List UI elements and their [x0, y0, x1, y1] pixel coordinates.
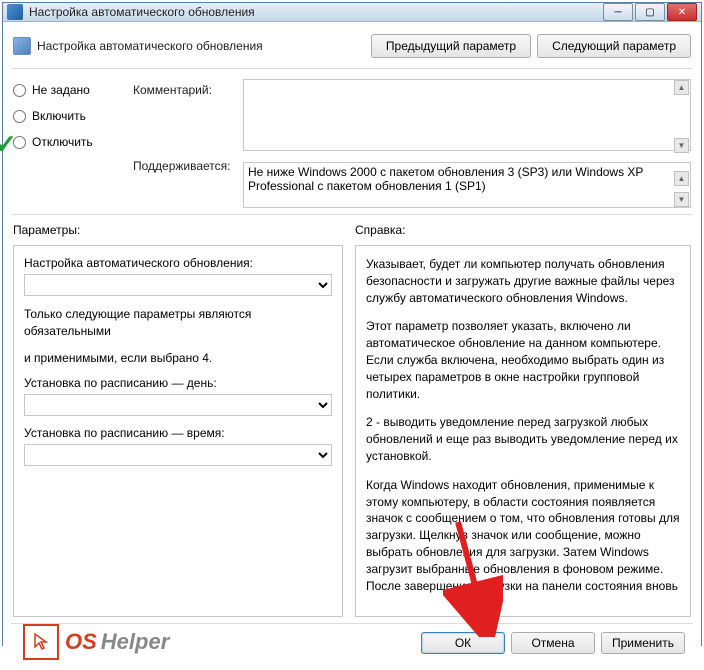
help-paragraph: 2 - выводить уведомление перед загрузкой… [366, 414, 680, 464]
parameters-label: Параметры: [13, 223, 343, 237]
scroll-down-icon[interactable]: ▼ [674, 138, 689, 153]
logo-os: OS [65, 629, 97, 655]
radio-enable-input[interactable] [13, 110, 26, 123]
schedule-time-label: Установка по расписанию — время: [24, 426, 332, 440]
minimize-button[interactable]: ─ [603, 3, 633, 21]
policy-icon [13, 37, 31, 55]
parameters-panel: Настройка автоматического обновления: То… [13, 245, 343, 617]
dialog-window: Настройка автоматического обновления ─ ▢… [2, 2, 702, 646]
close-button[interactable]: ✕ [667, 3, 697, 21]
watermark-logo: OS Helper [23, 624, 169, 660]
auto-update-combo[interactable] [24, 274, 332, 296]
parameters-column: Параметры: Настройка автоматического обн… [13, 223, 343, 617]
label-column: Комментарий: Поддерживается: [133, 79, 243, 208]
radio-disable-label: Отключить [32, 135, 93, 149]
radio-disable-input[interactable] [13, 136, 26, 149]
scroll-up-icon[interactable]: ▲ [674, 171, 689, 186]
schedule-day-label: Установка по расписанию — день: [24, 376, 332, 390]
app-icon [7, 4, 23, 20]
logo-helper: Helper [101, 629, 169, 655]
radio-column: Не задано Включить ✓ Отключить [13, 79, 133, 208]
comment-textarea[interactable] [243, 79, 691, 151]
help-paragraph: Этот параметр позволяет указать, включен… [366, 318, 680, 402]
next-setting-button[interactable]: Следующий параметр [537, 34, 691, 58]
supported-label: Поддерживается: [133, 159, 231, 173]
window-title: Настройка автоматического обновления [29, 5, 603, 19]
cursor-icon [23, 624, 59, 660]
radio-not-configured[interactable]: Не задано [13, 83, 133, 97]
radio-disable[interactable]: ✓ Отключить [13, 135, 133, 149]
cancel-button[interactable]: Отмена [511, 632, 595, 654]
dialog-content: Настройка автоматического обновления Пре… [3, 22, 701, 670]
supported-text: Не ниже Windows 2000 с пакетом обновлени… [243, 162, 691, 208]
radio-enable[interactable]: Включить [13, 109, 133, 123]
schedule-time-combo[interactable] [24, 444, 332, 466]
params-note-2: и применимыми, если выбрано 4. [24, 350, 332, 367]
params-note-1: Только следующие параметры являются обяз… [24, 306, 332, 340]
radio-not-configured-label: Не задано [32, 83, 90, 97]
help-column: Справка: Указывает, будет ли компьютер п… [355, 223, 691, 617]
maximize-button[interactable]: ▢ [635, 3, 665, 21]
help-paragraph: Когда Windows находит обновления, примен… [366, 477, 680, 595]
upper-section: Не задано Включить ✓ Отключить Комментар… [11, 69, 693, 215]
schedule-day-combo[interactable] [24, 394, 332, 416]
header-row: Настройка автоматического обновления Пре… [11, 30, 693, 69]
scroll-down-icon[interactable]: ▼ [674, 192, 689, 207]
help-label: Справка: [355, 223, 691, 237]
titlebar[interactable]: Настройка автоматического обновления ─ ▢… [3, 3, 701, 22]
help-panel[interactable]: Указывает, будет ли компьютер получать о… [355, 245, 691, 617]
apply-button[interactable]: Применить [601, 632, 685, 654]
prev-setting-button[interactable]: Предыдущий параметр [371, 34, 531, 58]
help-paragraph: Указывает, будет ли компьютер получать о… [366, 256, 680, 306]
radio-not-configured-input[interactable] [13, 84, 26, 97]
field-column: ▲ ▼ Не ниже Windows 2000 с пакетом обнов… [243, 79, 691, 208]
auto-update-setting-label: Настройка автоматического обновления: [24, 256, 332, 270]
radio-enable-label: Включить [32, 109, 86, 123]
comment-label: Комментарий: [133, 83, 243, 97]
main-section: Параметры: Настройка автоматического обн… [11, 215, 693, 623]
header-title: Настройка автоматического обновления [37, 39, 365, 53]
scroll-up-icon[interactable]: ▲ [674, 80, 689, 95]
ok-button[interactable]: ОК [421, 632, 505, 654]
